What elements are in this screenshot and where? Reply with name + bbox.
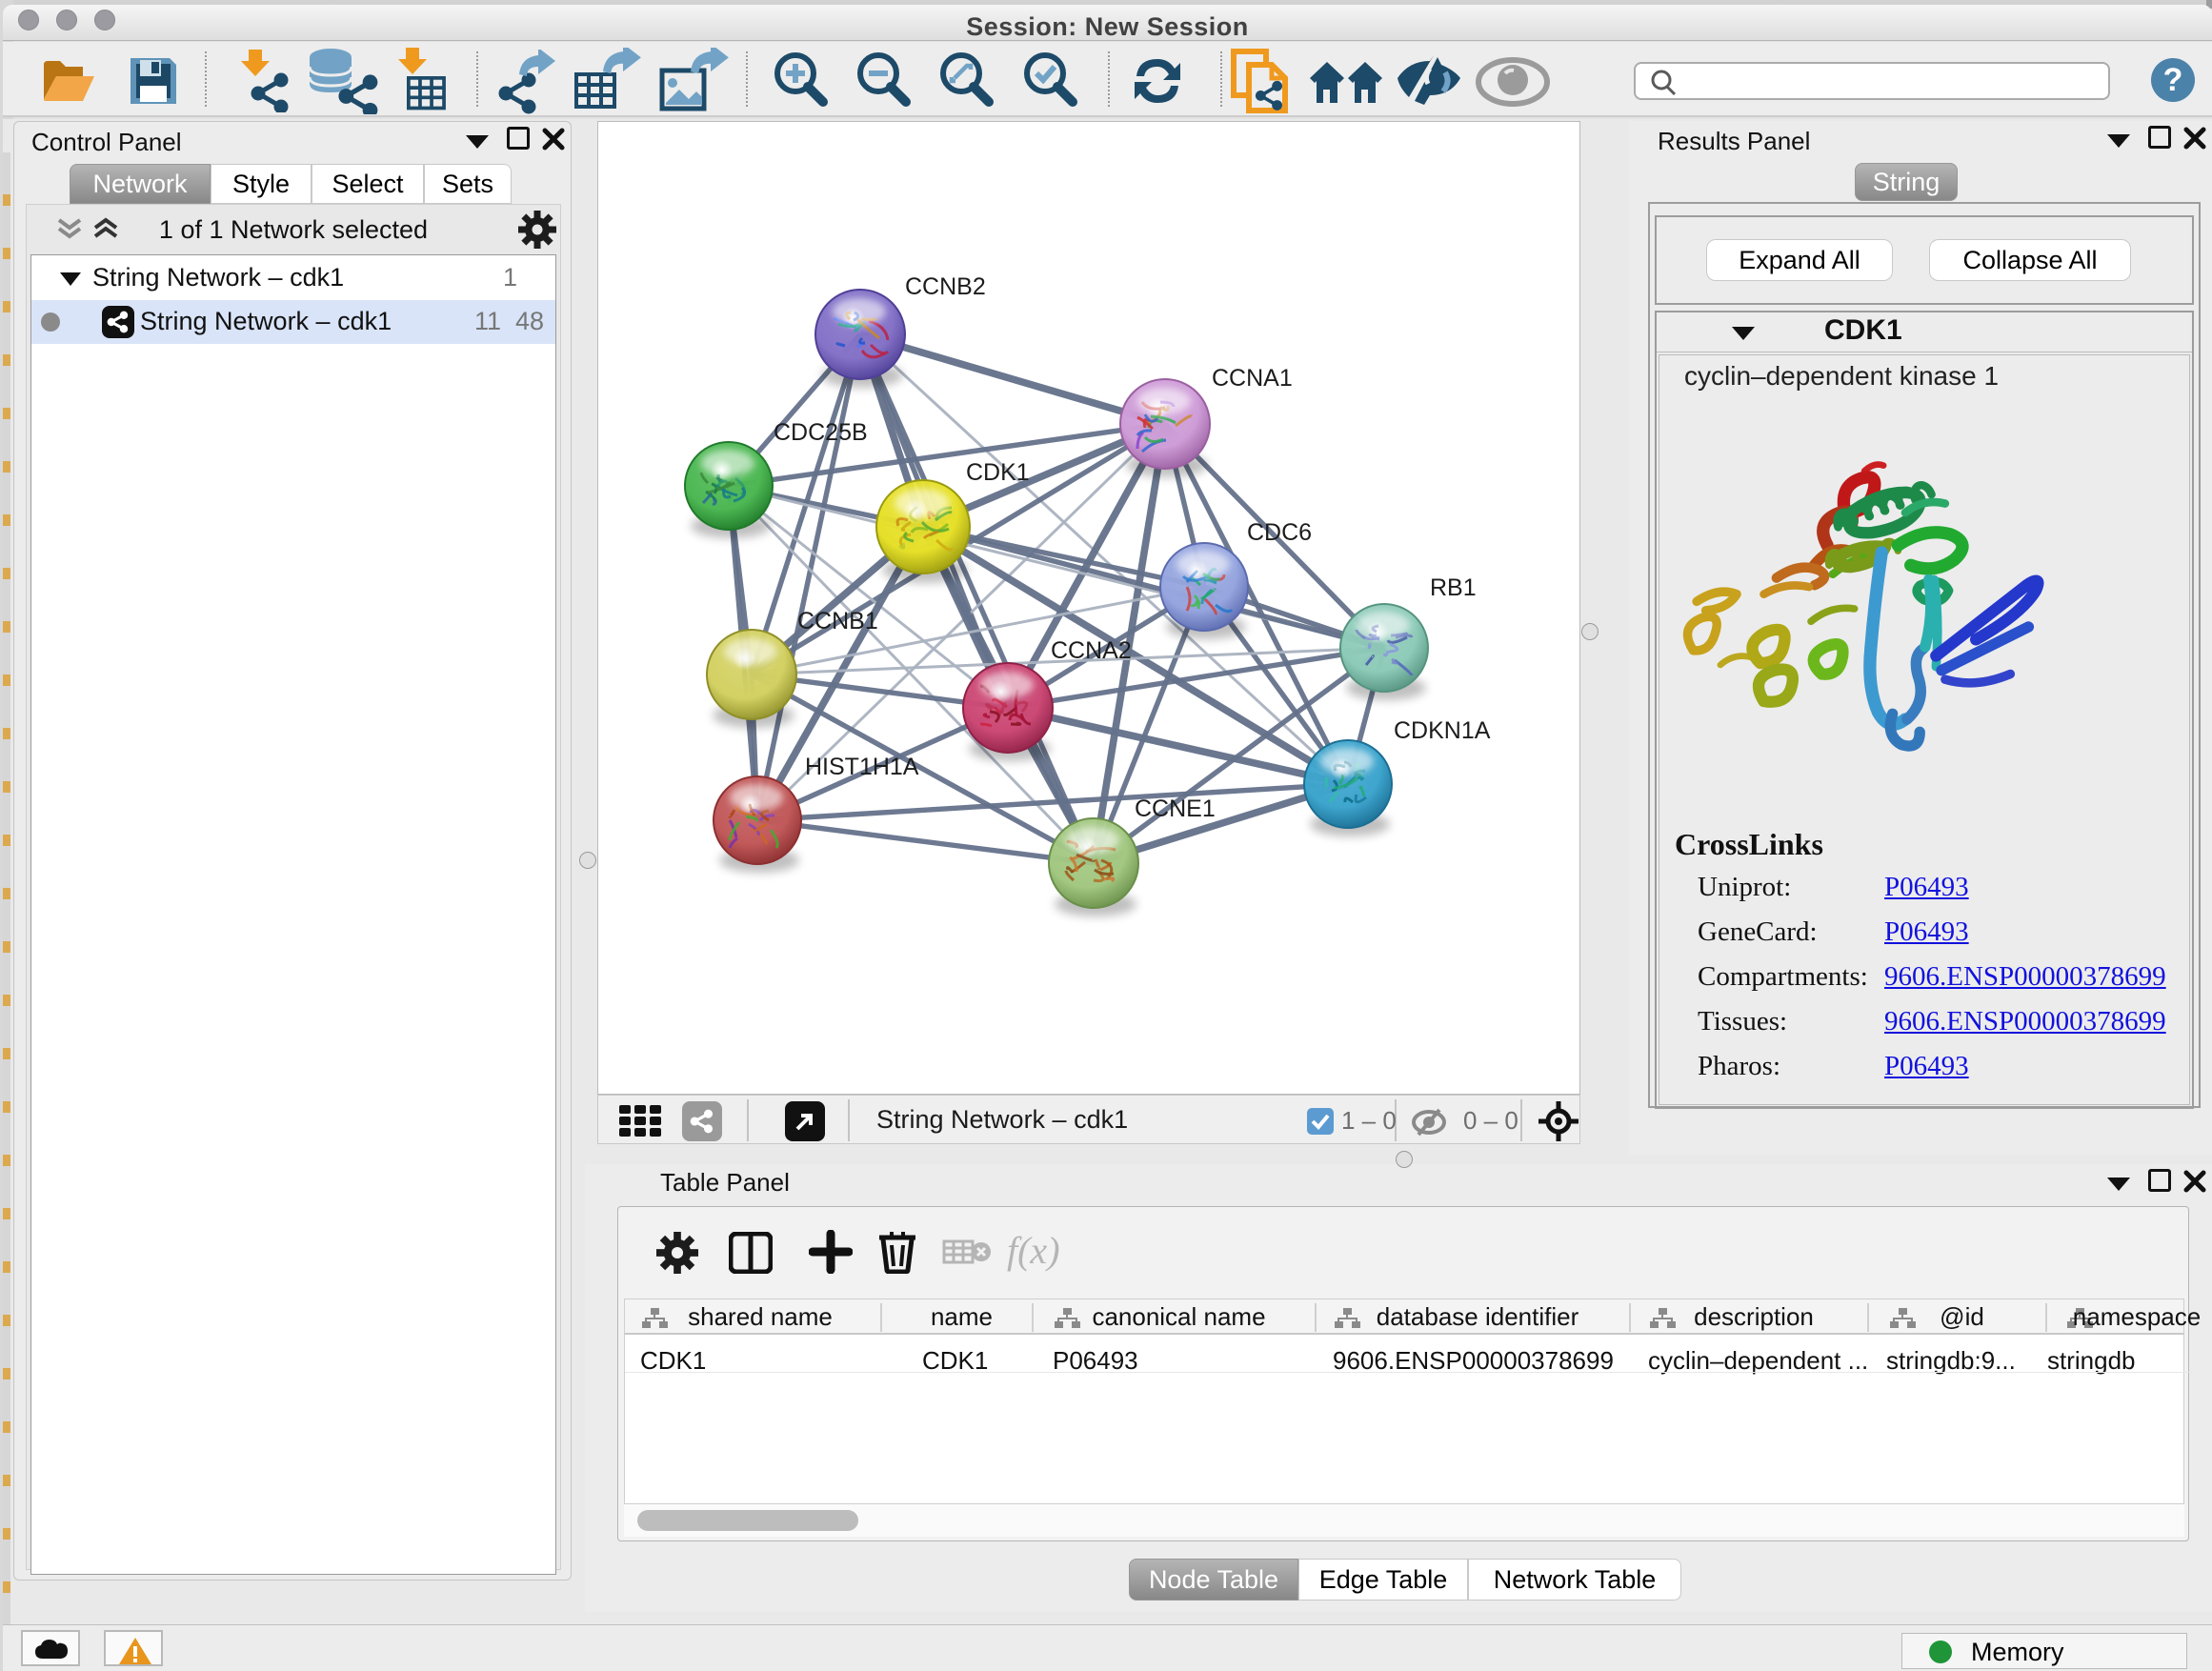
svg-text:CDC6: CDC6: [1247, 519, 1312, 546]
svg-text:RB1: RB1: [1430, 574, 1477, 601]
svg-text:CCNA2: CCNA2: [1051, 637, 1132, 664]
svg-text:CCNB2: CCNB2: [905, 273, 986, 300]
svg-text:HIST1H1A: HIST1H1A: [805, 754, 919, 780]
svg-text:CCNE1: CCNE1: [1135, 795, 1216, 822]
svg-text:CDK1: CDK1: [966, 459, 1030, 486]
svg-text:CCNB1: CCNB1: [797, 608, 878, 634]
svg-text:CDC25B: CDC25B: [774, 419, 868, 446]
svg-text:CCNA1: CCNA1: [1212, 365, 1293, 392]
svg-text:CDKN1A: CDKN1A: [1394, 717, 1491, 744]
